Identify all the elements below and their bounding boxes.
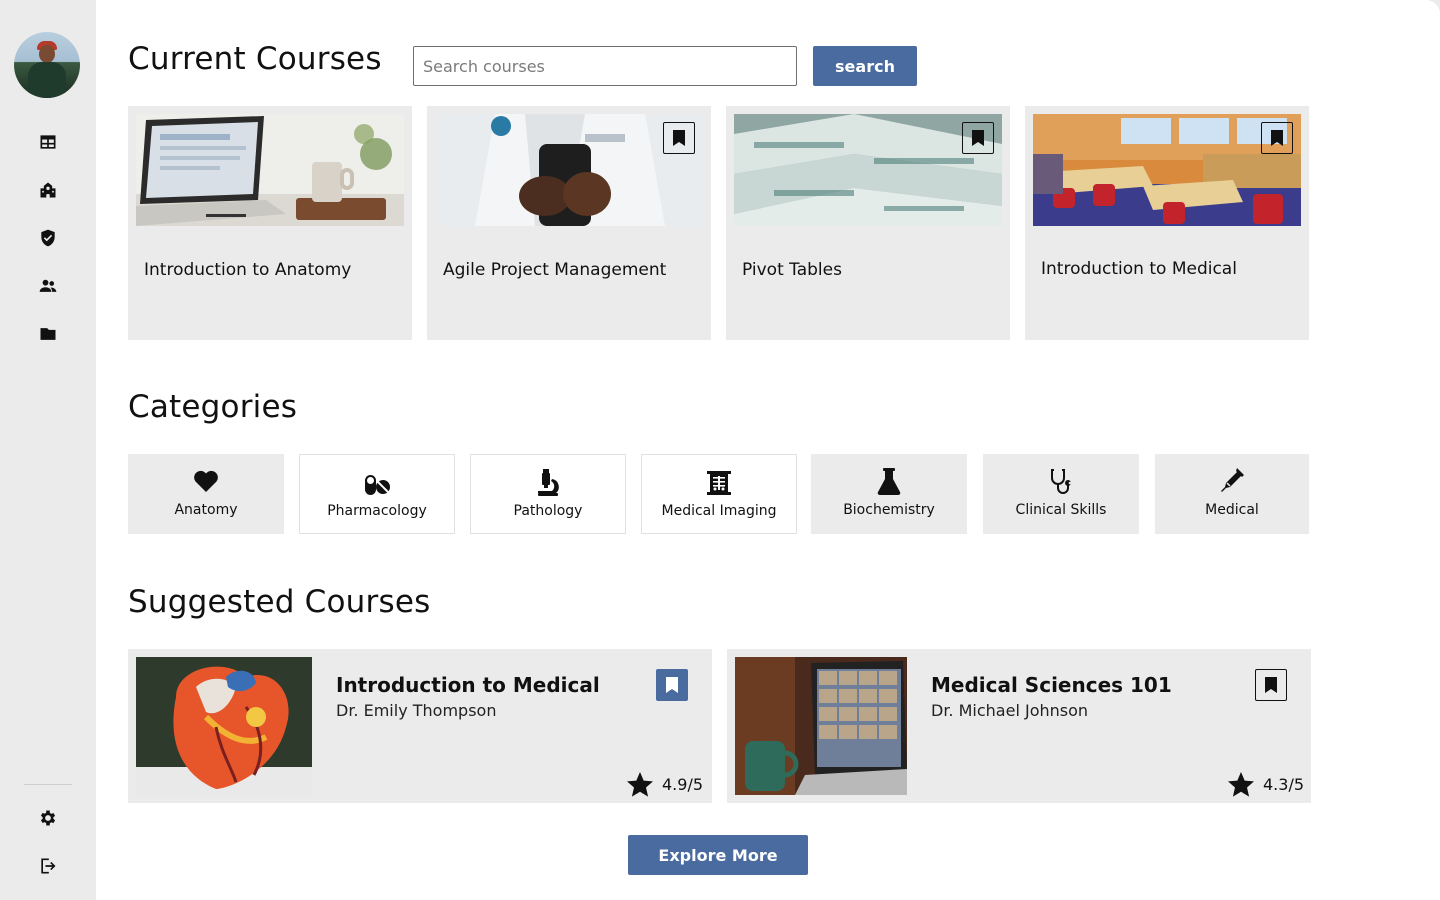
suggested-course-card[interactable]: Introduction to Medical Dr. Emily Thomps… — [128, 649, 712, 803]
course-title: Introduction to Medical — [1041, 259, 1237, 279]
people-icon[interactable] — [36, 274, 60, 298]
dashboard-icon[interactable] — [36, 130, 60, 154]
current-courses-heading: Current Courses — [128, 41, 382, 77]
category-label: Medical Imaging — [661, 503, 777, 519]
suggested-course-author: Dr. Emily Thompson — [336, 701, 497, 720]
suggested-courses-heading: Suggested Courses — [128, 584, 431, 620]
heart-model-photo — [136, 657, 312, 795]
video-call-laptop-photo — [735, 657, 907, 795]
bookmark-button[interactable] — [656, 669, 688, 701]
syringe-icon — [1221, 468, 1244, 492]
sidebar — [0, 0, 96, 900]
search-input[interactable] — [413, 46, 797, 86]
search-button[interactable]: search — [813, 46, 917, 86]
category-clinical-skills[interactable]: Clinical Skills — [983, 454, 1139, 534]
shield-check-icon[interactable] — [36, 226, 60, 250]
course-title: Pivot Tables — [742, 260, 842, 280]
suggested-course-author: Dr. Michael Johnson — [931, 701, 1089, 720]
pills-icon — [365, 475, 390, 495]
category-pathology[interactable]: Pathology — [470, 454, 626, 534]
school-icon[interactable] — [36, 178, 60, 202]
star-icon — [627, 772, 653, 797]
laptop-desk-photo — [136, 114, 404, 226]
category-label: Clinical Skills — [1015, 502, 1107, 518]
sidebar-divider — [24, 784, 72, 785]
bookmark-button[interactable] — [1261, 122, 1293, 154]
microscope-icon — [538, 469, 559, 496]
course-card-introduction-to-medical[interactable]: Introduction to Medical — [1025, 106, 1309, 340]
bookmark-button[interactable] — [1255, 669, 1287, 701]
bookmark-icon — [972, 130, 984, 146]
category-medical[interactable]: Medical — [1155, 454, 1309, 534]
course-card-introduction-to-anatomy[interactable]: Introduction to Anatomy — [128, 106, 412, 340]
category-medical-imaging[interactable]: Medical Imaging — [641, 454, 797, 534]
category-label: Biochemistry — [843, 502, 935, 518]
course-title: Agile Project Management — [443, 260, 667, 280]
suggested-course-title: Introduction to Medical — [336, 673, 600, 697]
bookmark-button[interactable] — [663, 122, 695, 154]
logout-icon[interactable] — [36, 854, 60, 878]
category-biochemistry[interactable]: Biochemistry — [811, 454, 967, 534]
course-card-agile-project-management[interactable]: Agile Project Management — [427, 106, 711, 340]
bookmark-button[interactable] — [962, 122, 994, 154]
course-rating: 4.9/5 — [626, 771, 703, 798]
main-content: Current Courses search In — [96, 0, 1440, 900]
rating-value: 4.3/5 — [1263, 775, 1305, 794]
category-anatomy[interactable]: Anatomy — [128, 454, 284, 534]
bookmark-icon — [666, 677, 678, 693]
category-label: Pathology — [513, 503, 583, 519]
explore-more-button[interactable]: Explore More — [628, 835, 808, 875]
gear-icon[interactable] — [36, 806, 60, 830]
rating-value: 4.9/5 — [662, 775, 704, 794]
category-label: Pharmacology — [327, 503, 427, 519]
category-label: Medical — [1205, 502, 1259, 518]
star-icon — [1228, 772, 1254, 797]
course-rating: 4.3/5 — [1227, 771, 1304, 798]
folder-icon[interactable] — [36, 322, 60, 346]
suggested-course-title: Medical Sciences 101 — [931, 673, 1172, 697]
course-card-pivot-tables[interactable]: Pivot Tables — [726, 106, 1010, 340]
x-ray-icon — [707, 471, 731, 495]
course-title: Introduction to Anatomy — [144, 260, 352, 280]
bookmark-icon — [673, 130, 685, 146]
suggested-course-card[interactable]: Medical Sciences 101 Dr. Michael Johnson… — [727, 649, 1311, 803]
user-avatar[interactable] — [14, 32, 80, 98]
stethoscope-icon — [1051, 469, 1072, 494]
category-pharmacology[interactable]: Pharmacology — [299, 454, 455, 534]
bookmark-icon — [1265, 677, 1277, 693]
categories-heading: Categories — [128, 389, 298, 425]
heart-icon — [194, 470, 218, 492]
category-label: Anatomy — [174, 502, 238, 518]
bookmark-icon — [1271, 130, 1283, 146]
flask-icon — [877, 468, 901, 496]
